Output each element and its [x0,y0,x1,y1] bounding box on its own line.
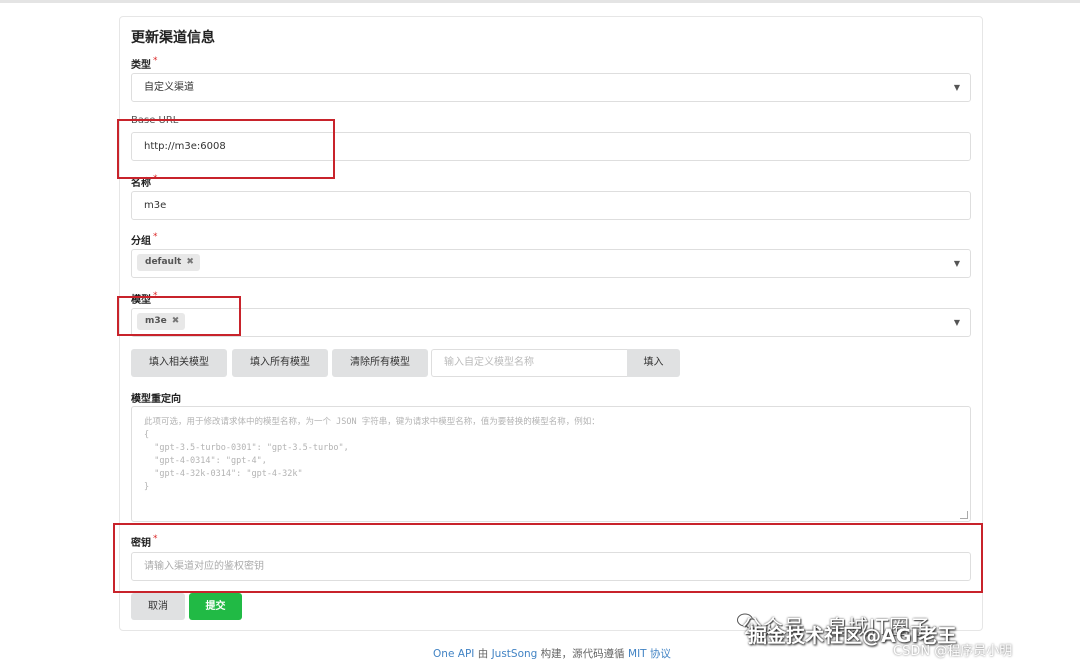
highlight-box-model [117,296,241,336]
type-label: 类型 * [131,56,158,71]
name-input[interactable]: m3e [131,191,971,220]
model-redirect-textarea[interactable]: 此项可选，用于修改请求体中的模型名称，为一个 JSON 字符串，键为请求中模型名… [131,406,971,522]
fill-related-models-button[interactable]: 填入相关模型 [131,349,227,377]
cancel-button[interactable]: 取消 [131,593,185,620]
fill-all-models-button[interactable]: 填入所有模型 [232,349,328,377]
footer-project-link[interactable]: One API [433,648,474,660]
chevron-down-icon: ▼ [953,83,960,92]
group-select[interactable]: default ✖ ▼ [131,249,971,278]
group-label: 分组 * [131,232,158,247]
resize-handle-icon[interactable] [960,511,968,519]
submit-button[interactable]: 提交 [189,593,242,620]
chevron-down-icon: ▼ [953,318,960,327]
custom-model-input[interactable]: 输入自定义模型名称 [431,349,627,377]
chevron-down-icon: ▼ [953,259,960,268]
group-chip: default ✖ [137,253,200,271]
remove-icon[interactable]: ✖ [186,257,194,267]
top-divider [0,0,1080,3]
type-select[interactable]: 自定义渠道 ▼ [131,73,971,102]
watermark-csdn: CSDN @程序员小明 [893,644,1013,659]
type-value: 自定义渠道 [144,82,194,93]
highlight-box-key [113,523,983,593]
model-select[interactable]: m3e ✖ ▼ [131,308,971,337]
highlight-box-base-url [117,119,335,179]
fill-in-button[interactable]: 填入 [627,349,680,377]
footer-license-link[interactable]: MIT 协议 [628,648,671,660]
model-redirect-placeholder: 此项可选，用于修改请求体中的模型名称，为一个 JSON 字符串，键为请求中模型名… [144,417,600,492]
page-title: 更新渠道信息 [131,30,215,46]
footer-author-link[interactable]: JustSong [492,648,538,660]
model-redirect-label: 模型重定向 [131,394,181,405]
clear-all-models-button[interactable]: 清除所有模型 [332,349,428,377]
